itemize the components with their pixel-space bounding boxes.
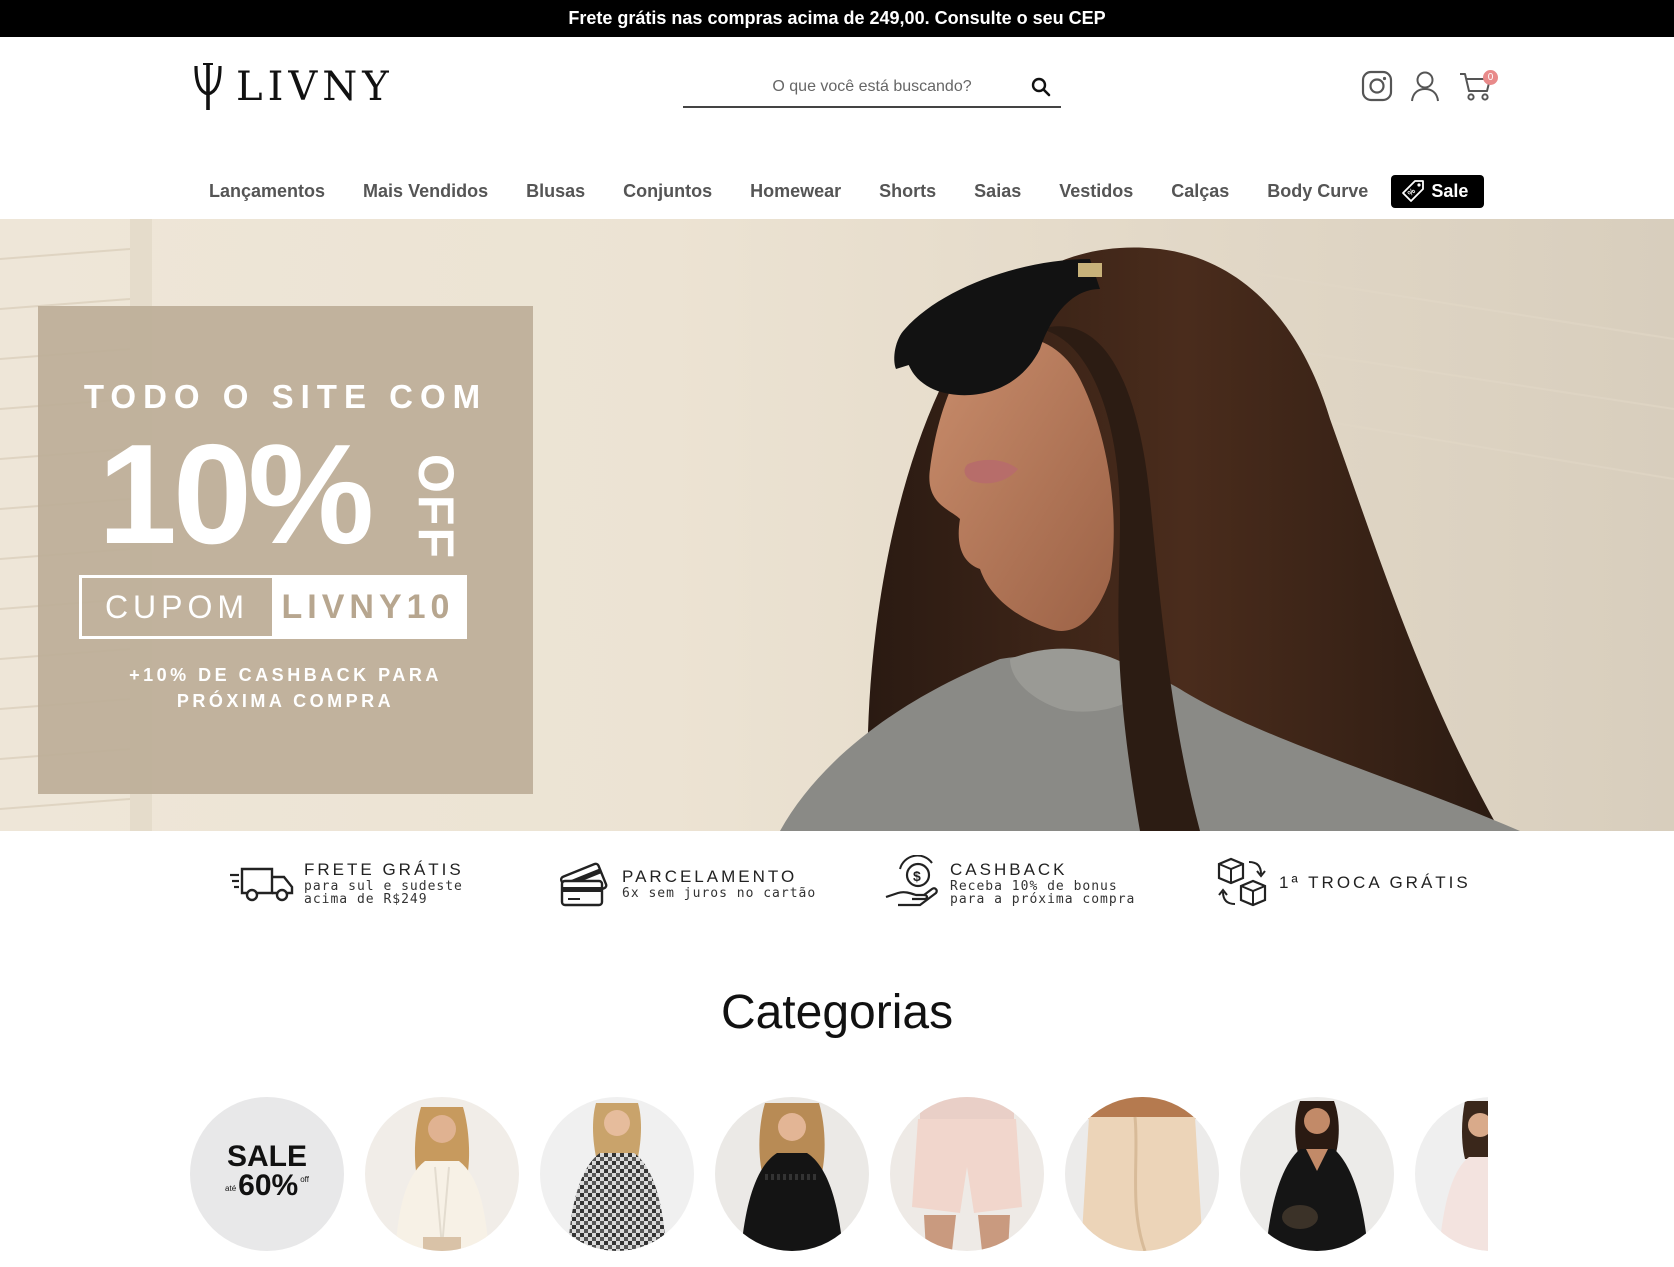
nav-item-homewear[interactable]: Homewear (731, 181, 860, 202)
nav-item-lancamentos[interactable]: Lançamentos (190, 181, 344, 202)
coupon-label: CUPOM (104, 588, 250, 625)
promo-box: TODO O SITE COM 10% OFF CUPOM LIVNY10 +1… (38, 306, 533, 794)
category-image (890, 1097, 1044, 1251)
truck-icon (230, 867, 294, 902)
category-image (715, 1097, 869, 1251)
sale-badge-value: 60% (238, 1169, 299, 1202)
category-image (365, 1097, 519, 1251)
sale-badge-line1: SALE (226, 1140, 307, 1173)
category-sale[interactable]: SALE até 60% off (190, 1097, 344, 1251)
nav-item-shorts[interactable]: Shorts (860, 181, 955, 202)
benefit-title: 1ª TROCA GRÁTIS (1279, 873, 1471, 892)
category-blusas[interactable] (715, 1097, 869, 1251)
nav-item-sale[interactable]: % Sale (1391, 174, 1485, 208)
main-nav: Lançamentos Mais Vendidos Blusas Conjunt… (190, 174, 1485, 208)
categories-title: Categorias (720, 986, 954, 1039)
benefit-free-exchange: 1ª TROCA GRÁTIS (1215, 848, 1471, 918)
promo-off: OFF (407, 454, 464, 560)
category-photo (1439, 1101, 1488, 1251)
search-bar[interactable] (683, 68, 1061, 108)
benefits-strip: FRETE GRÁTIS para sul e sudeste acima de… (0, 848, 1674, 918)
benefit-title: CASHBACK (950, 860, 1068, 879)
benefit-sub: para a próxima compra (950, 892, 1136, 907)
svg-text:$: $ (913, 868, 921, 884)
user-icon (1411, 71, 1439, 102)
benefit-installments: PARCELAMENTO 6x sem juros no cartão (558, 848, 816, 918)
logo-mark-icon (194, 63, 222, 110)
search-icon (1031, 77, 1051, 97)
hero-banner[interactable]: TODO O SITE COM 10% OFF CUPOM LIVNY10 +1… (0, 219, 1674, 831)
nav-item-vestidos[interactable]: Vestidos (1040, 181, 1152, 202)
category-photo (395, 1107, 489, 1251)
coupon-code: LIVNY10 (272, 578, 464, 636)
price-tag-icon: % (1402, 180, 1425, 202)
category-image (540, 1097, 694, 1251)
promo-cashback: +10% DE CASHBACK PARA PRÓXIMA COMPRA (129, 665, 442, 711)
categories-carousel: SALE até 60% off (190, 1097, 1488, 1267)
nav-item-body-curve[interactable]: Body Curve (1248, 181, 1387, 202)
nav-item-calcas[interactable]: Calças (1152, 181, 1248, 202)
benefit-title: PARCELAMENTO (622, 866, 798, 886)
promo-headline: TODO O SITE COM (83, 378, 488, 415)
account-button[interactable] (1406, 67, 1444, 105)
category-shorts[interactable] (890, 1097, 1044, 1251)
benefit-sub: acima de R$249 (304, 892, 428, 907)
nav-sale-label: Sale (1431, 180, 1469, 201)
sale-badge-prefix: até (225, 1184, 237, 1193)
sale-badge-suffix: off (300, 1175, 309, 1184)
nav-item-conjuntos[interactable]: Conjuntos (604, 181, 731, 202)
cart-count-badge: 0 (1483, 70, 1498, 85)
category-image (1415, 1097, 1488, 1251)
category-photo (741, 1103, 843, 1251)
promo-discount: 10% (98, 415, 374, 574)
header-icons: 0 (1358, 66, 1498, 106)
category-homewear[interactable] (1415, 1097, 1488, 1251)
category-vestidos[interactable] (1240, 1097, 1394, 1251)
promo-bar-text: Frete grátis nas compras acima de 249,00… (568, 8, 1106, 28)
benefit-free-shipping: FRETE GRÁTIS para sul e sudeste acima de… (228, 848, 464, 918)
instagram-button[interactable] (1358, 67, 1396, 105)
credit-card-icon (559, 862, 608, 907)
category-image (1065, 1097, 1219, 1251)
instagram-icon (1361, 70, 1393, 102)
cart-button[interactable]: 0 (1454, 67, 1498, 105)
category-image (1240, 1097, 1394, 1251)
category-photo (912, 1097, 1022, 1251)
category-saias[interactable] (1065, 1097, 1219, 1251)
benefit-title: FRETE GRÁTIS (304, 860, 464, 879)
search-input[interactable] (683, 78, 1021, 96)
benefit-sub: 6x sem juros no cartão (622, 885, 817, 901)
logo[interactable]: LIVNY (190, 62, 394, 112)
search-button[interactable] (1021, 69, 1061, 105)
category-lancamentos[interactable] (365, 1097, 519, 1251)
category-image: SALE até 60% off (190, 1097, 344, 1251)
promo-bar[interactable]: Frete grátis nas compras acima de 249,00… (0, 0, 1674, 37)
category-conjuntos[interactable] (540, 1097, 694, 1251)
benefit-cashback: $ CASHBACK Receba 10% de bonus para a pr… (884, 848, 1135, 918)
exchange-boxes-icon (1217, 857, 1267, 907)
logo-text: LIVNY (236, 64, 394, 110)
category-photo (1266, 1101, 1368, 1251)
cashback-hand-icon: $ (885, 855, 938, 907)
sale-badge: SALE até 60% off (190, 1140, 344, 1202)
coupon-box: CUPOM LIVNY10 (79, 575, 467, 639)
category-photo (568, 1103, 666, 1251)
nav-item-mais-vendidos[interactable]: Mais Vendidos (344, 181, 507, 202)
category-photo (1081, 1097, 1203, 1251)
nav-item-saias[interactable]: Saias (955, 181, 1040, 202)
nav-item-blusas[interactable]: Blusas (507, 181, 604, 202)
